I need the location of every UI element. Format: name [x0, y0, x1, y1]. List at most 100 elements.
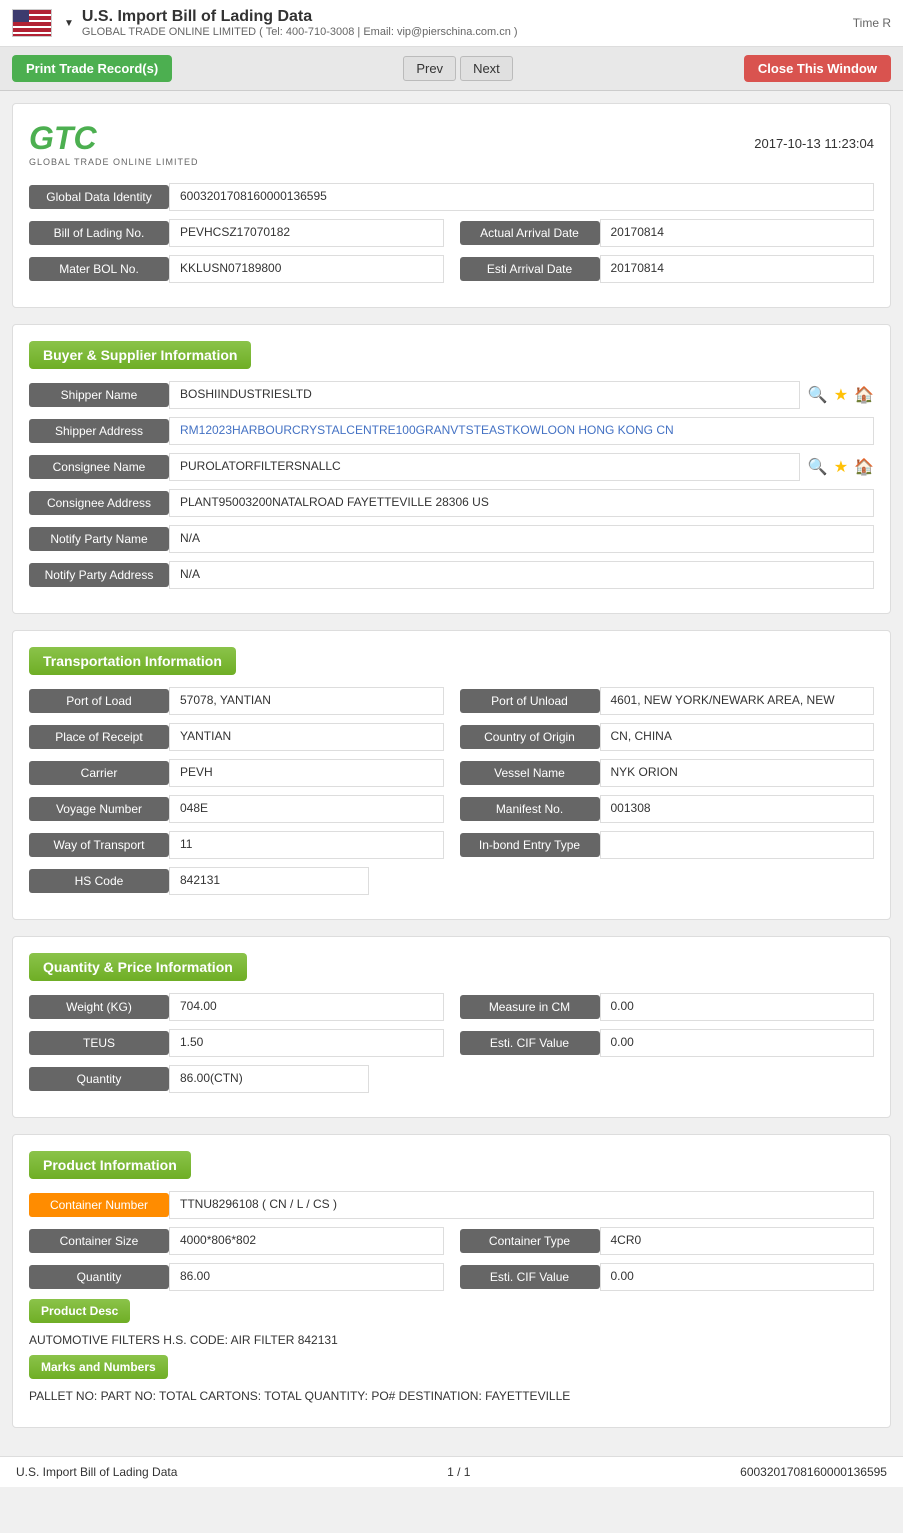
notify-party-name-value: N/A — [169, 525, 874, 553]
container-type-label: Container Type — [460, 1229, 600, 1253]
shipper-search-icon[interactable]: 🔍 — [808, 385, 828, 405]
footer-page-info: 1 / 1 — [447, 1465, 470, 1479]
quantity-pi-label: Quantity — [29, 1265, 169, 1289]
hs-code-value: 842131 — [169, 867, 369, 895]
carrier-value: PEVH — [169, 759, 444, 787]
quantity-qp-row: Quantity 86.00(CTN) — [29, 1065, 874, 1093]
consignee-star-icon[interactable]: ★ — [834, 457, 848, 477]
notify-party-name-label: Notify Party Name — [29, 527, 169, 551]
shipper-star-icon[interactable]: ★ — [834, 385, 848, 405]
esti-cif-pi-label: Esti. CIF Value — [460, 1265, 600, 1289]
port-row: Port of Load 57078, YANTIAN Port of Unlo… — [29, 687, 874, 715]
esti-cif-pi-value: 0.00 — [600, 1263, 875, 1291]
transportation-card: Transportation Information Port of Load … — [12, 630, 891, 920]
inbond-entry-type-label: In-bond Entry Type — [460, 833, 600, 857]
vessel-name-label: Vessel Name — [460, 761, 600, 785]
notify-party-name-row: Notify Party Name N/A — [29, 525, 874, 553]
header-right: Time R — [853, 16, 891, 30]
measure-label: Measure in CM — [460, 995, 600, 1019]
header-left: ▼ U.S. Import Bill of Lading Data GLOBAL… — [12, 8, 518, 38]
teus-label: TEUS — [29, 1031, 169, 1055]
consignee-address-row: Consignee Address PLANT95003200NATALROAD… — [29, 489, 874, 517]
port-unload-col: Port of Unload 4601, NEW YORK/NEWARK ARE… — [460, 687, 875, 715]
consignee-address-value: PLANT95003200NATALROAD FAYETTEVILLE 2830… — [169, 489, 874, 517]
marks-numbers-section: Marks and Numbers PALLET NO: PART NO: TO… — [29, 1355, 874, 1411]
esti-cif-qp-value: 0.00 — [600, 1029, 875, 1057]
actual-arrival-value: 20170814 — [600, 219, 875, 247]
us-flag-icon — [12, 9, 52, 37]
container-number-row: Container Number TTNU8296108 ( CN / L / … — [29, 1191, 874, 1219]
marks-numbers-button[interactable]: Marks and Numbers — [29, 1355, 168, 1379]
close-button[interactable]: Close This Window — [744, 55, 891, 82]
nav-buttons: Prev Next — [403, 56, 512, 81]
port-of-load-value: 57078, YANTIAN — [169, 687, 444, 715]
way-of-transport-value: 11 — [169, 831, 444, 859]
voyage-manifest-row: Voyage Number 048E Manifest No. 001308 — [29, 795, 874, 823]
product-desc-button[interactable]: Product Desc — [29, 1299, 130, 1323]
container-size-col: Container Size 4000*806*802 — [29, 1227, 444, 1255]
notify-party-address-label: Notify Party Address — [29, 563, 169, 587]
flag-dropdown-icon[interactable]: ▼ — [64, 18, 74, 29]
logo-subtitle: GLOBAL TRADE ONLINE LIMITED — [29, 157, 199, 167]
toolbar: Print Trade Record(s) Prev Next Close Th… — [0, 47, 903, 91]
shipper-address-label: Shipper Address — [29, 419, 169, 443]
shipper-address-row: Shipper Address RM12023HARBOURCRYSTALCEN… — [29, 417, 874, 445]
mater-bol-label: Mater BOL No. — [29, 257, 169, 281]
product-info-header: Product Information — [29, 1151, 191, 1179]
notify-party-address-row: Notify Party Address N/A — [29, 561, 874, 589]
product-desc-text: AUTOMOTIVE FILTERS H.S. CODE: AIR FILTER… — [29, 1329, 874, 1355]
quantity-qp-value: 86.00(CTN) — [169, 1065, 369, 1093]
country-origin-col: Country of Origin CN, CHINA — [460, 723, 875, 751]
app-header: ▼ U.S. Import Bill of Lading Data GLOBAL… — [0, 0, 903, 47]
way-transport-col: Way of Transport 11 — [29, 831, 444, 859]
shipper-home-icon[interactable]: 🏠 — [854, 385, 874, 405]
print-button[interactable]: Print Trade Record(s) — [12, 55, 172, 82]
consignee-home-icon[interactable]: 🏠 — [854, 457, 874, 477]
app-subtitle: GLOBAL TRADE ONLINE LIMITED ( Tel: 400-7… — [82, 26, 518, 38]
manifest-col: Manifest No. 001308 — [460, 795, 875, 823]
place-of-receipt-value: YANTIAN — [169, 723, 444, 751]
mater-bol-value: KKLUSN07189800 — [169, 255, 444, 283]
esti-arrival-col: Esti Arrival Date 20170814 — [460, 255, 875, 283]
next-button[interactable]: Next — [460, 56, 513, 81]
consignee-name-row: Consignee Name PUROLATORFILTERSNALLC 🔍 ★… — [29, 453, 874, 481]
consignee-name-label: Consignee Name — [29, 455, 169, 479]
container-size-type-row: Container Size 4000*806*802 Container Ty… — [29, 1227, 874, 1255]
port-of-load-label: Port of Load — [29, 689, 169, 713]
transportation-header: Transportation Information — [29, 647, 236, 675]
prev-button[interactable]: Prev — [403, 56, 456, 81]
quantity-cif-pi-row: Quantity 86.00 Esti. CIF Value 0.00 — [29, 1263, 874, 1291]
quantity-price-card: Quantity & Price Information Weight (KG)… — [12, 936, 891, 1118]
container-number-label: Container Number — [29, 1193, 169, 1217]
container-size-value: 4000*806*802 — [169, 1227, 444, 1255]
mater-esti-row: Mater BOL No. KKLUSN07189800 Esti Arriva… — [29, 255, 874, 283]
esti-cif-pi-col: Esti. CIF Value 0.00 — [460, 1263, 875, 1291]
quantity-pi-value: 86.00 — [169, 1263, 444, 1291]
global-data-identity-value: 6003201708160000136595 — [169, 183, 874, 211]
manifest-no-label: Manifest No. — [460, 797, 600, 821]
actual-arrival-label: Actual Arrival Date — [460, 221, 600, 245]
notify-party-address-value: N/A — [169, 561, 874, 589]
teus-col: TEUS 1.50 — [29, 1029, 444, 1057]
hs-code-row: HS Code 842131 — [29, 867, 874, 895]
esti-cif-qp-label: Esti. CIF Value — [460, 1031, 600, 1055]
mater-bol-col: Mater BOL No. KKLUSN07189800 — [29, 255, 444, 283]
shipper-name-label: Shipper Name — [29, 383, 169, 407]
vessel-col: Vessel Name NYK ORION — [460, 759, 875, 787]
vessel-name-value: NYK ORION — [600, 759, 875, 787]
shipper-address-value: RM12023HARBOURCRYSTALCENTRE100GRANVTSTEA… — [169, 417, 874, 445]
main-content: GTC GLOBAL TRADE ONLINE LIMITED 2017-10-… — [0, 91, 903, 1456]
bill-of-lading-value: PEVHCSZ17070182 — [169, 219, 444, 247]
country-of-origin-value: CN, CHINA — [600, 723, 875, 751]
timestamp: 2017-10-13 11:23:04 — [754, 136, 874, 151]
port-of-unload-value: 4601, NEW YORK/NEWARK AREA, NEW — [600, 687, 875, 715]
bill-col: Bill of Lading No. PEVHCSZ17070182 — [29, 219, 444, 247]
bill-of-lading-label: Bill of Lading No. — [29, 221, 169, 245]
measure-col: Measure in CM 0.00 — [460, 993, 875, 1021]
logo-area: GTC GLOBAL TRADE ONLINE LIMITED — [29, 120, 199, 167]
consignee-search-icon[interactable]: 🔍 — [808, 457, 828, 477]
container-size-label: Container Size — [29, 1229, 169, 1253]
bill-arrival-row: Bill of Lading No. PEVHCSZ17070182 Actua… — [29, 219, 874, 247]
port-load-col: Port of Load 57078, YANTIAN — [29, 687, 444, 715]
global-data-identity-label: Global Data Identity — [29, 185, 169, 209]
